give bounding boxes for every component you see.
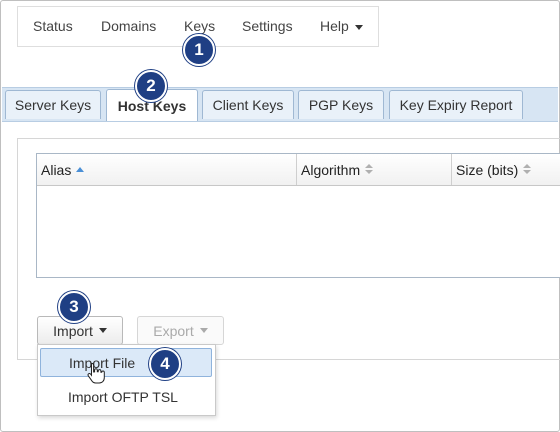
import-dropdown-menu: Import File Import OFTP TSL [37, 344, 216, 416]
nav-status[interactable]: Status [33, 18, 73, 34]
nav-keys[interactable]: Keys [184, 18, 215, 34]
column-header-alias-label: Alias [41, 161, 72, 178]
hand-cursor-icon [87, 362, 105, 384]
nav-settings[interactable]: Settings [242, 18, 293, 34]
nav-help-label: Help [320, 18, 349, 34]
tab-key-expiry-report[interactable]: Key Expiry Report [389, 90, 523, 119]
tab-client-keys[interactable]: Client Keys [202, 90, 294, 119]
sort-icon [523, 164, 532, 175]
table-header: Alias Algorithm Size (bits) [37, 154, 560, 186]
sort-icon [365, 164, 374, 175]
import-button-label: Import [53, 322, 93, 339]
column-header-alias[interactable]: Alias [37, 154, 296, 185]
column-header-algorithm[interactable]: Algorithm [296, 154, 451, 185]
export-button[interactable]: Export [137, 316, 224, 345]
column-header-algorithm-label: Algorithm [301, 161, 361, 178]
callout-badge-2: 2 [135, 70, 167, 102]
sort-ascending-icon [76, 167, 85, 172]
tab-server-keys[interactable]: Server Keys [5, 90, 101, 119]
export-button-label: Export [153, 322, 194, 339]
callout-badge-4: 4 [149, 348, 181, 380]
menu-item-import-file[interactable]: Import File [40, 348, 212, 377]
column-header-size-label: Size (bits) [456, 161, 519, 178]
column-header-size[interactable]: Size (bits) [451, 154, 560, 185]
menu-item-import-oftp-tsl[interactable]: Import OFTP TSL [40, 382, 212, 411]
chevron-down-icon [199, 328, 208, 333]
tab-pgp-keys[interactable]: PGP Keys [298, 90, 384, 119]
callout-badge-3: 3 [58, 291, 90, 323]
chevron-down-icon [98, 328, 107, 333]
callout-badge-1: 1 [183, 34, 215, 66]
nav-help[interactable]: Help [320, 18, 363, 34]
chevron-down-icon [354, 24, 363, 30]
keys-table: Alias Algorithm Size (bits) [36, 153, 560, 278]
nav-domains[interactable]: Domains [101, 18, 156, 34]
